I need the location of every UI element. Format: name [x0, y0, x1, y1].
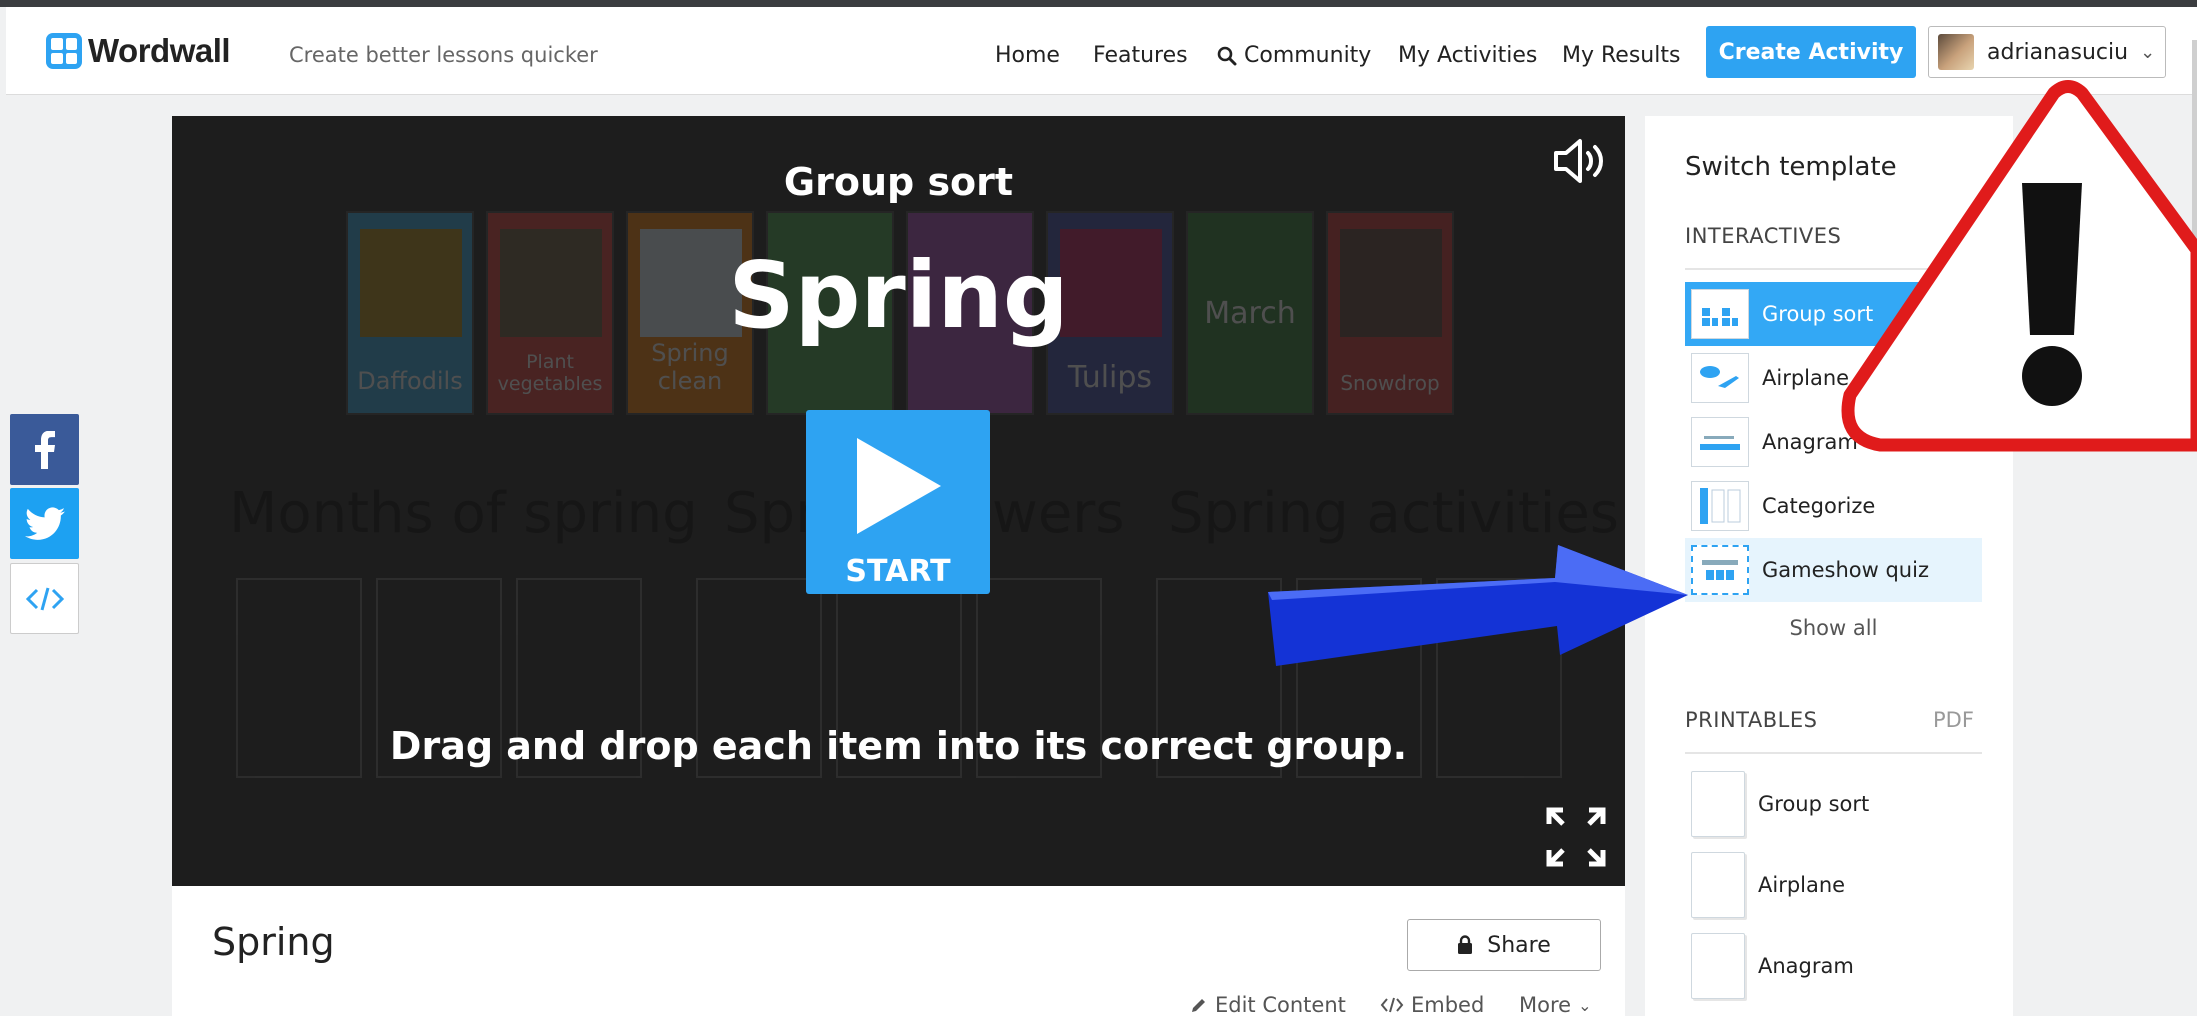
warning-icon [1841, 80, 2197, 452]
arrow-icon [1268, 545, 1688, 666]
annotation-overlay [1268, 80, 2197, 666]
